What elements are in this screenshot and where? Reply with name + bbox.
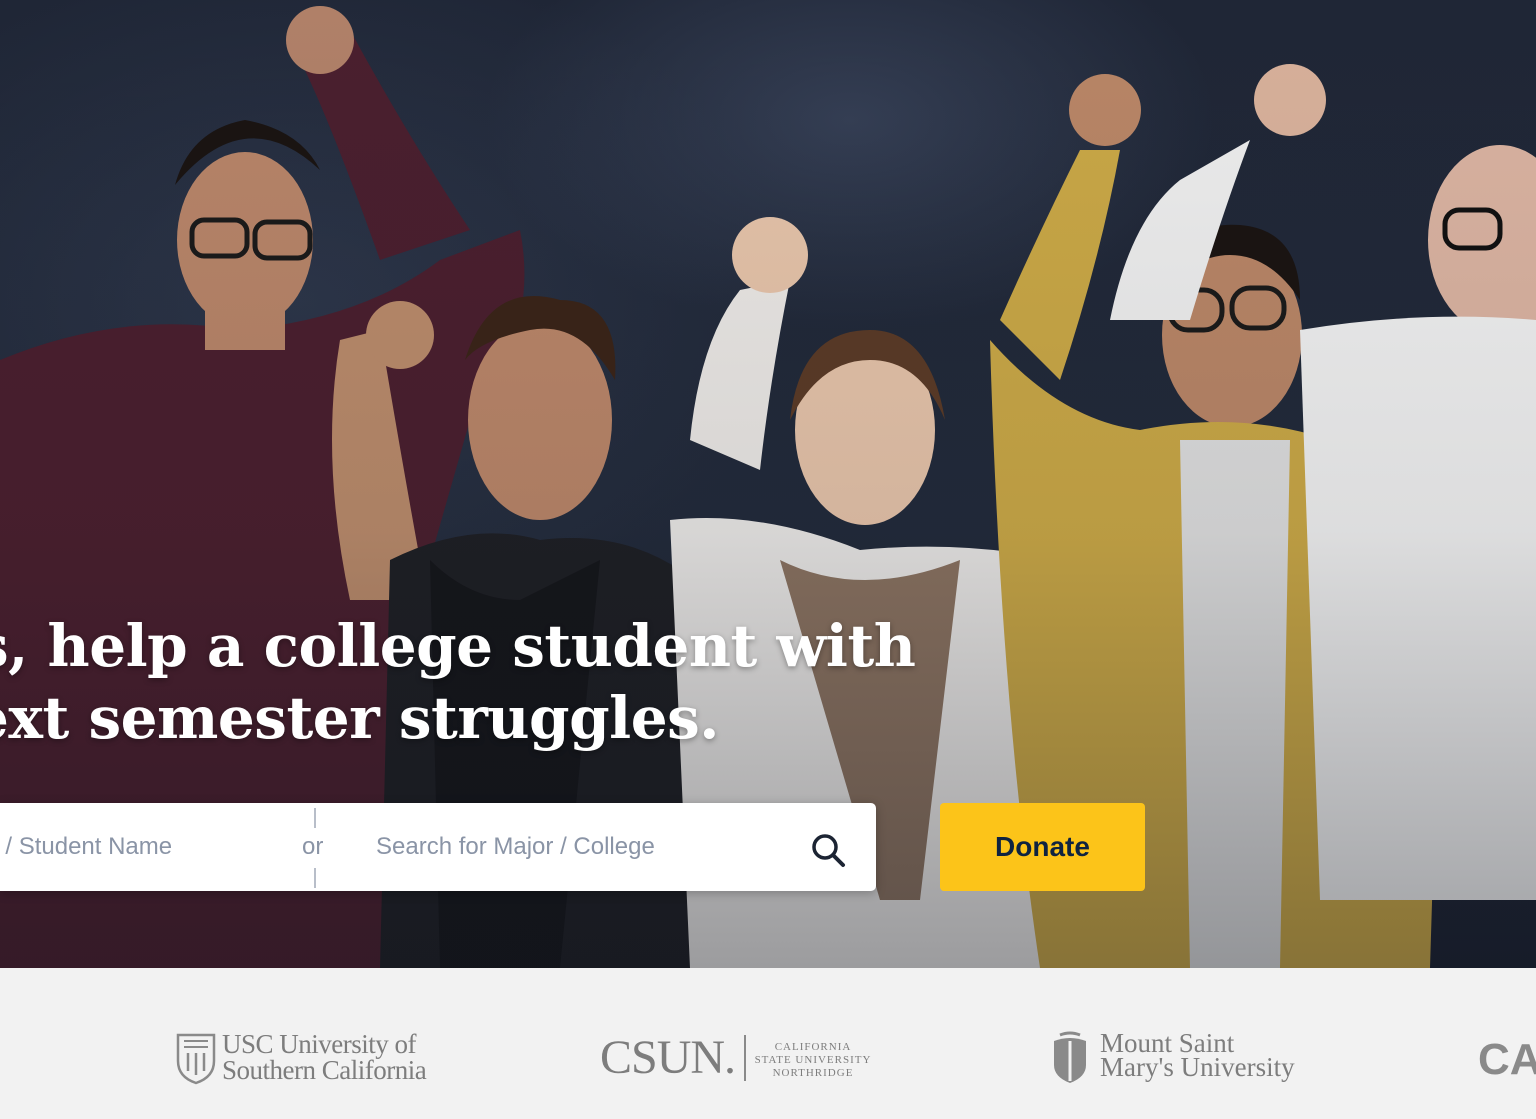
msmu-line-2: Mary's University — [1100, 1052, 1295, 1082]
usc-line-1: USC University of — [222, 1029, 417, 1059]
search-button[interactable] — [806, 828, 850, 872]
csun-sub-3: NORTHRIDGE — [772, 1067, 854, 1079]
search-divider-top — [314, 808, 316, 828]
csun-sub-2: STATE UNIVERSITY — [754, 1054, 872, 1066]
csun-divider — [744, 1035, 746, 1081]
usc-seal-icon — [176, 1033, 216, 1085]
donate-button[interactable]: Donate — [940, 803, 1145, 891]
search-bar — [0, 803, 876, 891]
csun-subtitle: CALIFORNIA STATE UNIVERSITY NORTHRIDGE — [754, 1041, 872, 1080]
major-college-search-input[interactable] — [376, 803, 796, 891]
csun-sub-1: CALIFORNIA — [774, 1041, 852, 1053]
search-icon — [812, 834, 845, 867]
msmu-logo-text: Mount Saint Mary's University — [1100, 1030, 1295, 1082]
msmu-shield-icon — [1054, 1031, 1086, 1083]
headline-line-1: s, help a college student with — [0, 612, 916, 680]
usc-line-2: Southern California — [222, 1055, 427, 1085]
search-divider-bottom — [314, 868, 316, 888]
usc-logo-text: USC University of Southern California — [222, 1029, 427, 1085]
headline-line-2: ext semester struggles. — [0, 684, 719, 752]
partial-logo[interactable]: CA — [1478, 1036, 1536, 1084]
hero-headline: s, help a college student with ext semes… — [0, 610, 916, 754]
csun-mark: CSUN. — [600, 1031, 736, 1084]
student-name-search-input[interactable] — [0, 803, 280, 891]
search-or-label: or — [302, 833, 324, 860]
